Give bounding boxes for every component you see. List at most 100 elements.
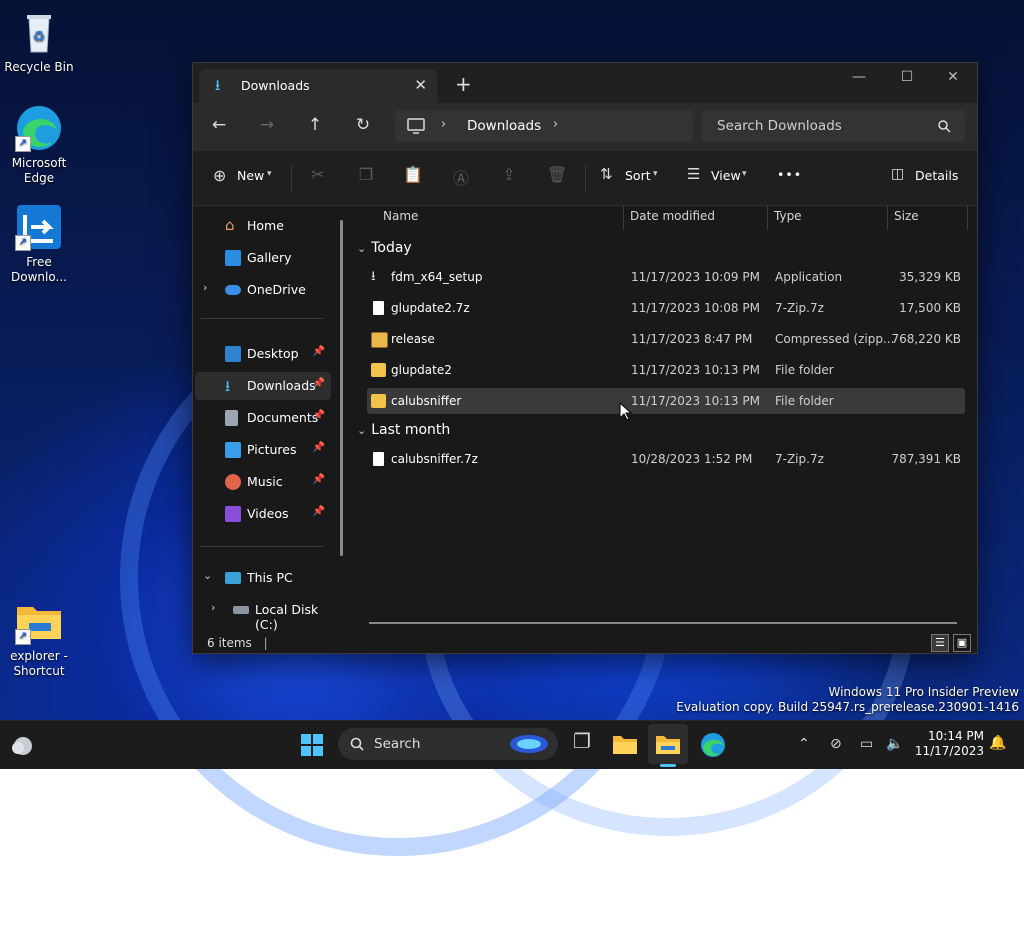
show-hidden-icons-chevron[interactable]: ⌃ (798, 736, 810, 752)
forward-button[interactable]: → (254, 115, 280, 139)
table-row[interactable]: release 11/17/2023 8:47 PM Compressed (z… (367, 326, 965, 352)
search-box[interactable]: Search Downloads (701, 110, 965, 142)
pin-icon: 📌 (312, 410, 325, 421)
sidebar-item-documents[interactable]: Documents 📌 (195, 404, 331, 432)
gallery-icon (225, 250, 241, 266)
new-tab-button[interactable]: + (455, 72, 472, 96)
new-button[interactable]: New (237, 168, 264, 183)
column-header-name[interactable]: Name (383, 209, 418, 223)
file-explorer-icon[interactable] (612, 733, 638, 755)
close-window-button[interactable]: ✕ (938, 69, 968, 85)
sidebar-item-label: Pictures (247, 442, 297, 457)
sort-button[interactable]: Sort (625, 168, 651, 183)
download-arrow-icon: ⭳ (225, 377, 231, 395)
clock[interactable]: 10:14 PM 11/17/2023 (915, 729, 984, 759)
free-download-manager-icon: ↗ (15, 203, 63, 251)
column-separator[interactable] (623, 206, 624, 230)
table-row[interactable]: glupdate2 11/17/2023 10:13 PM File folde… (367, 357, 965, 383)
sidebar-item-home[interactable]: ⌂ Home (195, 212, 331, 240)
chevron-down-icon: ⌄ (357, 242, 367, 255)
tiles-view-icon[interactable]: ▣ (953, 634, 971, 652)
table-row[interactable]: ⭳ fdm_x64_setup 11/17/2023 10:09 PM Appl… (367, 264, 965, 290)
sidebar-item-downloads[interactable]: ⭳ Downloads 📌 (195, 372, 331, 400)
sidebar-separator (201, 546, 323, 547)
column-header-size[interactable]: Size (894, 209, 919, 223)
folder-icon (371, 363, 386, 377)
details-button[interactable]: Details (915, 168, 958, 183)
table-row[interactable]: calubsniffer.7z 10/28/2023 1:52 PM 7-Zip… (367, 446, 965, 472)
maximize-button[interactable]: ☐ (892, 69, 922, 85)
chevron-down-icon[interactable]: ⌄ (203, 569, 212, 582)
display-icon[interactable]: ▭ (860, 736, 873, 752)
sidebar-item-label: OneDrive (247, 282, 306, 297)
monitor-icon (407, 118, 425, 134)
watermark-line: Evaluation copy. Build 25947.rs_prerelea… (676, 700, 1019, 714)
volume-muted-icon[interactable]: 🔈 (886, 736, 903, 752)
sidebar-item-local-disk[interactable]: › Local Disk (C:) (203, 596, 339, 632)
edge-icon[interactable] (700, 732, 726, 758)
cut-icon[interactable]: ✂ (306, 165, 330, 189)
sidebar-item-music[interactable]: Music 📌 (195, 468, 331, 496)
table-row[interactable]: glupdate2.7z 11/17/2023 10:08 PM 7-Zip.7… (367, 295, 965, 321)
paste-icon[interactable]: 📋 (401, 165, 425, 189)
notification-bell-icon[interactable]: 🔔 (989, 735, 1006, 751)
sidebar-item-videos[interactable]: Videos 📌 (195, 500, 331, 528)
group-header-today[interactable]: ⌄ Today (357, 240, 412, 256)
group-header-last-month[interactable]: ⌄ Last month (357, 422, 450, 438)
column-separator[interactable] (887, 206, 888, 230)
minimize-button[interactable]: — (844, 69, 874, 85)
chevron-right-icon[interactable]: › (203, 281, 207, 294)
desktop-icon-free-download-manager[interactable]: ↗ Free Downlo... (1, 203, 77, 285)
file-size: 768,220 KB (891, 332, 961, 346)
group-label: Last month (371, 422, 451, 438)
file-explorer-active-icon[interactable] (655, 733, 681, 755)
desktop-icon-edge[interactable]: ↗ Microsoft Edge (1, 104, 77, 186)
start-button[interactable] (300, 733, 324, 757)
rename-icon[interactable]: Ⓐ (449, 165, 473, 189)
pin-icon: 📌 (312, 474, 325, 485)
view-button[interactable]: View (711, 168, 741, 183)
chevron-right-icon[interactable]: › (211, 601, 215, 614)
sidebar-item-this-pc[interactable]: ⌄ This PC (195, 564, 331, 592)
view-icon: ☰ (687, 165, 701, 183)
sidebar-item-onedrive[interactable]: › OneDrive (195, 276, 331, 304)
network-disconnected-icon[interactable]: ⊘ (830, 736, 842, 752)
delete-icon[interactable]: 🗑 (545, 165, 569, 189)
music-icon (225, 474, 241, 490)
more-options-button[interactable]: ••• (777, 167, 802, 182)
home-icon: ⌂ (225, 216, 235, 234)
sidebar-item-desktop[interactable]: Desktop 📌 (195, 340, 331, 368)
task-view-icon[interactable]: ❐ (567, 729, 597, 759)
file-date: 11/17/2023 8:47 PM (631, 332, 753, 346)
weather-cloud-icon[interactable] (10, 733, 36, 757)
share-icon[interactable]: ⇪ (497, 165, 521, 189)
edge-icon: ↗ (15, 104, 63, 152)
address-bar[interactable]: › Downloads › (395, 110, 693, 142)
sidebar-scrollbar[interactable] (340, 220, 343, 556)
copy-icon[interactable]: ❐ (354, 165, 378, 189)
refresh-button[interactable]: ↻ (350, 115, 376, 139)
sidebar-item-pictures[interactable]: Pictures 📌 (195, 436, 331, 464)
taskbar: Search ❐ ⌃ ⊘ ▭ 🔈 10:14 PM 11/17/2023 🔔 (0, 720, 1024, 769)
up-button[interactable]: ↑ (302, 115, 328, 139)
back-button[interactable]: ← (206, 115, 232, 139)
tab-downloads[interactable]: ⭳ Downloads ✕ (199, 69, 437, 103)
details-view-icon[interactable]: ☰ (931, 634, 949, 652)
sidebar-item-gallery[interactable]: Gallery (195, 244, 331, 272)
taskbar-search-box[interactable]: Search (338, 728, 558, 760)
table-row[interactable]: calubsniffer 11/17/2023 10:13 PM File fo… (367, 388, 965, 414)
column-separator[interactable] (767, 206, 768, 230)
column-separator[interactable] (967, 206, 968, 230)
desktop-icon-explorer-shortcut[interactable]: ↗ explorer - Shortcut (1, 597, 77, 679)
file-type: File folder (775, 394, 834, 408)
close-tab-icon[interactable]: ✕ (414, 76, 427, 94)
chevron-right-icon[interactable]: › (553, 117, 558, 132)
search-icon (350, 737, 364, 751)
breadcrumb-downloads[interactable]: Downloads (467, 118, 541, 134)
navigation-bar: ← → ↑ ↻ › Downloads › Search Downloads (193, 103, 977, 151)
horizontal-scrollbar[interactable] (369, 622, 957, 624)
file-icon (373, 452, 384, 466)
column-header-type[interactable]: Type (774, 209, 802, 223)
desktop-icon-recycle-bin[interactable]: ♻ Recycle Bin (1, 8, 77, 75)
column-header-date[interactable]: Date modified (630, 209, 715, 223)
